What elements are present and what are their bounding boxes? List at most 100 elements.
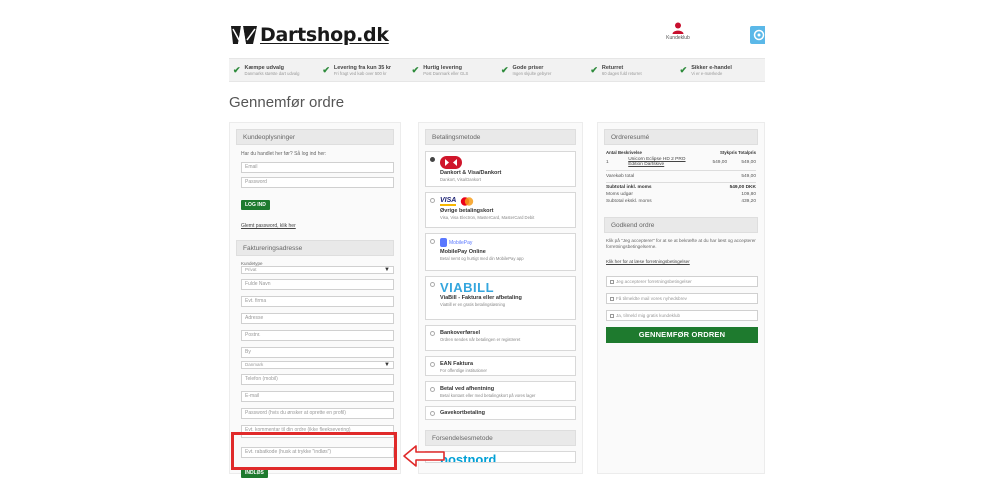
payment-option-mobilepay[interactable]: MobilePay MobilePay Online Betal nemt og… bbox=[425, 233, 576, 271]
check-icon: ✔ bbox=[679, 64, 688, 75]
account-label: Kundeklub bbox=[666, 35, 690, 41]
email-input[interactable]: Email bbox=[241, 162, 394, 173]
checkbox-label: Jeg accepterer forretningsbetingelser bbox=[616, 279, 692, 284]
usp-item: ✔ Kæmpe udvalg Danmarks største dart udva… bbox=[229, 59, 318, 81]
payment-title: ViaBill - Faktura eller afbetaling bbox=[440, 295, 522, 301]
customer-type-select[interactable]: Privat ▼ bbox=[241, 266, 394, 274]
customer-heading: Kundeoplysninger bbox=[236, 129, 394, 145]
mobilepay-logo-text: MobilePay bbox=[449, 239, 473, 246]
checkbox-label: Få tilmeldte mail vores nyhedsbrev bbox=[616, 296, 687, 301]
payment-title: EAN Faktura bbox=[440, 361, 474, 367]
payment-option-giftcard[interactable]: Gavekortbetaling bbox=[425, 406, 576, 420]
vat-label: Moms udgør bbox=[606, 192, 633, 197]
check-icon: ✔ bbox=[322, 64, 330, 75]
usp-sub: 60 dages fuld returret bbox=[601, 70, 642, 76]
payment-desc: Visa, Visa Electron, MasterCard, MasterC… bbox=[440, 215, 535, 220]
ex-vat-value: 439,20 bbox=[741, 199, 756, 204]
chevron-down-icon: ▼ bbox=[384, 267, 390, 273]
usp-bar: ✔ Kæmpe udvalg Danmarks største dart udva… bbox=[229, 58, 765, 82]
ex-vat-row: Subtotal ekskl. moms 439,20 bbox=[606, 198, 756, 205]
page: Dartshop.dk Kundeklub ✔ Kæmpe udvalg Danm… bbox=[0, 0, 1000, 500]
col-unit: Stykpris bbox=[720, 150, 737, 155]
summary-header-row: Antal Beskrivelse Stykpris Totalpris bbox=[606, 149, 756, 156]
company-input[interactable]: Evt. firma bbox=[241, 296, 394, 307]
create-password-input[interactable]: Password (hvis du ønsker at oprette en p… bbox=[241, 408, 394, 419]
club-checkbox[interactable]: Ja, tilmeld mig gratis kundeklub bbox=[606, 310, 758, 321]
subtotal-row: Subtotal inkl. moms 549,00 DKK bbox=[606, 183, 756, 191]
radio[interactable] bbox=[430, 239, 435, 244]
address-input[interactable]: Adresse bbox=[241, 313, 394, 324]
payment-option-dankort[interactable]: Dankort & Visa/Dankort Dankort, Visa/Dan… bbox=[425, 151, 576, 187]
subtotal-value: 549,00 DKK bbox=[729, 185, 756, 190]
col-desc: Beskrivelse bbox=[617, 150, 642, 155]
phone-input[interactable]: Telefon (mobil) bbox=[241, 374, 394, 385]
complete-order-button[interactable]: GENNEMFØR ORDREN bbox=[606, 327, 758, 343]
cart-total-row: Varekøb total 549,00 bbox=[606, 171, 756, 183]
payment-title: Øvrige betalingskort bbox=[440, 208, 494, 214]
terms-link[interactable]: Klik her for at læse forretningsbetingel… bbox=[606, 259, 690, 264]
payment-title: Betal ved afhentning bbox=[440, 386, 495, 392]
payment-desc: Betal kontant eller med betalingskort på… bbox=[440, 393, 536, 398]
country-value: Danmark bbox=[245, 362, 264, 367]
radio-selected[interactable] bbox=[430, 157, 435, 162]
payment-option-bank-transfer[interactable]: Bankoverførsel Ordren sendes når betalin… bbox=[425, 325, 576, 351]
radio[interactable] bbox=[430, 282, 435, 287]
usp-title: Levering fra kun 35 kr bbox=[333, 64, 392, 71]
city-input[interactable]: By bbox=[241, 347, 394, 358]
shipping-option-postnord[interactable]: postnord bbox=[425, 451, 576, 463]
checkout-page: Dartshop.dk Kundeklub ✔ Kæmpe udvalg Danm… bbox=[229, 14, 765, 478]
payment-option-cards[interactable]: VISA Øvrige betalingskort Visa, Visa Ele… bbox=[425, 192, 576, 228]
shipping-heading: Forsendelsesmetode bbox=[425, 430, 576, 446]
usp-sub: Post Danmark eller GLS bbox=[423, 70, 469, 76]
forgot-password-link[interactable]: Glemt password, klik her bbox=[241, 223, 296, 229]
mobilepay-icon bbox=[440, 238, 447, 247]
accept-terms-checkbox[interactable]: Jeg accepterer forretningsbetingelser bbox=[606, 276, 758, 287]
payment-title: Dankort & Visa/Dankort bbox=[440, 170, 502, 176]
radio[interactable] bbox=[430, 198, 435, 203]
password-input[interactable]: Password bbox=[241, 177, 394, 188]
payment-option-viabill[interactable]: VIABILL ViaBill - Faktura eller afbetali… bbox=[425, 276, 576, 320]
zip-input[interactable]: Postnr. bbox=[241, 330, 394, 341]
usp-title: Sikker e-handel bbox=[691, 64, 732, 71]
payment-desc: For offentlige institutioner bbox=[440, 368, 487, 373]
payment-option-pickup[interactable]: Betal ved afhentning Betal kontant eller… bbox=[425, 381, 576, 401]
site-logo[interactable]: Dartshop.dk bbox=[229, 22, 389, 48]
visa-logo-icon: VISA bbox=[440, 197, 457, 206]
usp-item: ✔ Returret 60 dages fuld returret bbox=[586, 59, 675, 81]
checkbox-icon bbox=[610, 313, 614, 318]
payment-desc: Dankort, Visa/Dankort bbox=[440, 177, 481, 182]
item-name-link[interactable]: Unicorn Eclipse HD 2 PRO Edition Dartski… bbox=[628, 157, 698, 167]
radio[interactable] bbox=[430, 387, 435, 392]
vat-row: Moms udgør 109,80 bbox=[606, 191, 756, 198]
account-link[interactable]: Kundeklub bbox=[661, 22, 695, 41]
login-button[interactable]: LOG IND bbox=[241, 200, 270, 210]
side-tab-button[interactable] bbox=[750, 26, 765, 44]
radio[interactable] bbox=[430, 411, 435, 416]
dart-logo-icon bbox=[231, 26, 257, 44]
radio[interactable] bbox=[430, 331, 435, 336]
fullname-input[interactable]: Fulde Navn bbox=[241, 279, 394, 290]
radio[interactable] bbox=[430, 362, 435, 367]
user-icon bbox=[672, 22, 684, 34]
postnord-logo-icon: postnord bbox=[440, 452, 497, 463]
login-prompt: Har du handlet her før? Så log ind her: bbox=[241, 151, 327, 157]
payment-desc: ViaBill er en gratis betalingsløsning bbox=[440, 302, 506, 307]
cart-total-value: 549,00 bbox=[741, 174, 756, 179]
approve-heading: Godkend ordre bbox=[604, 217, 758, 233]
table-row: 1 Unicorn Eclipse HD 2 PRO Edition Darts… bbox=[606, 156, 756, 171]
payment-title: Bankoverførsel bbox=[440, 330, 481, 336]
dankort-logo-icon bbox=[440, 156, 462, 169]
check-icon: ✔ bbox=[411, 64, 420, 75]
customer-type-value: Privat bbox=[245, 267, 257, 272]
usp-sub: Fri fragt ved køb over 500 kr bbox=[333, 70, 387, 76]
checkbox-label: Ja, tilmeld mig gratis kundeklub bbox=[616, 313, 681, 318]
country-select[interactable]: Danmark ▼ bbox=[241, 361, 394, 369]
payment-title: MobilePay Online bbox=[440, 249, 486, 255]
email-billing-input[interactable]: E-mail bbox=[241, 391, 394, 402]
newsletter-checkbox[interactable]: Få tilmeldte mail vores nyhedsbrev bbox=[606, 293, 758, 304]
col-qty: Antal bbox=[606, 150, 617, 155]
payment-column: Betalingsmetode Dankort & Visa/Dankort D… bbox=[418, 122, 583, 474]
payment-option-ean[interactable]: EAN Faktura For offentlige institutioner bbox=[425, 356, 576, 376]
order-summary-table: Antal Beskrivelse Stykpris Totalpris 1 U… bbox=[606, 149, 756, 205]
check-icon: ✔ bbox=[500, 64, 509, 75]
